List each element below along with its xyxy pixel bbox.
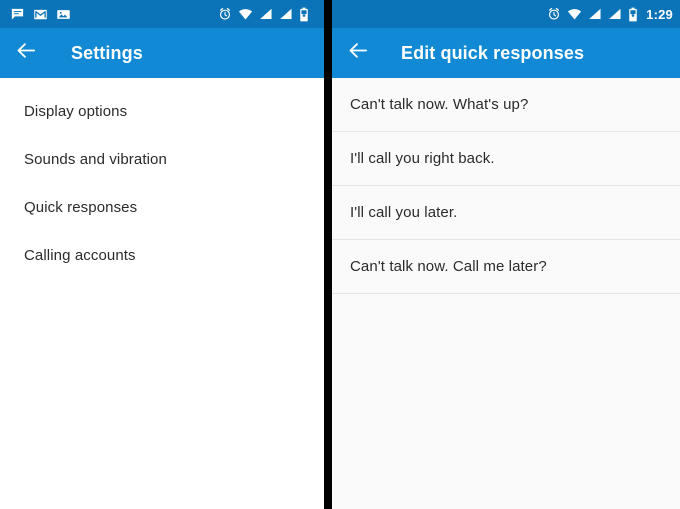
list-item[interactable]: Can't talk now. What's up? bbox=[332, 78, 680, 132]
sidebar-item-quick-responses[interactable]: Quick responses bbox=[0, 183, 324, 231]
signal-sim2-icon bbox=[279, 7, 293, 21]
list-item[interactable]: Can't talk now. Call me later? bbox=[332, 240, 680, 294]
status-bar-left bbox=[0, 0, 324, 28]
status-bar-clock-right: 1:29 bbox=[646, 6, 673, 22]
back-arrow-icon bbox=[15, 39, 38, 67]
settings-options-list: Display options Sounds and vibration Qui… bbox=[0, 78, 324, 509]
panel-divider bbox=[324, 0, 332, 509]
sidebar-item-display-options[interactable]: Display options bbox=[0, 87, 324, 135]
quick-response-label: Can't talk now. Call me later? bbox=[350, 258, 547, 275]
page-title-settings: Settings bbox=[71, 42, 143, 63]
wifi-icon bbox=[238, 7, 253, 22]
settings-item-label: Quick responses bbox=[24, 198, 138, 216]
back-button-settings[interactable] bbox=[0, 28, 52, 78]
status-bar-system-icons-right: 1:29 bbox=[547, 7, 673, 22]
app-bar-edit-quick-responses: Edit quick responses bbox=[332, 28, 680, 78]
battery-icon bbox=[628, 7, 638, 22]
quick-response-label: I'll call you right back. bbox=[350, 150, 495, 167]
page-title-edit-quick-responses: Edit quick responses bbox=[401, 42, 585, 63]
list-item[interactable]: I'll call you later. bbox=[332, 186, 680, 240]
back-button-edit-quick-responses[interactable] bbox=[332, 28, 384, 78]
sidebar-item-calling-accounts[interactable]: Calling accounts bbox=[0, 231, 324, 279]
app-bar-settings: Settings bbox=[0, 28, 324, 78]
wifi-icon bbox=[567, 7, 582, 22]
sidebar-item-sounds-and-vibration[interactable]: Sounds and vibration bbox=[0, 135, 324, 183]
signal-sim1-icon bbox=[588, 7, 602, 21]
status-bar-system-icons-left bbox=[218, 7, 317, 22]
dual-screenshot-container: Settings Display options Sounds and vibr… bbox=[0, 0, 680, 509]
gmail-icon bbox=[33, 7, 48, 22]
signal-sim2-icon bbox=[608, 7, 622, 21]
back-arrow-icon bbox=[347, 39, 370, 67]
photos-icon bbox=[56, 7, 71, 22]
quick-response-label: Can't talk now. What's up? bbox=[350, 96, 529, 113]
quick-responses-list: Can't talk now. What's up? I'll call you… bbox=[332, 78, 680, 509]
signal-sim1-icon bbox=[259, 7, 273, 21]
settings-screen-panel: Settings Display options Sounds and vibr… bbox=[0, 0, 324, 509]
alarm-icon bbox=[218, 7, 232, 21]
status-bar-right: 1:29 bbox=[332, 0, 680, 28]
settings-item-label: Calling accounts bbox=[24, 246, 136, 264]
quick-response-label: I'll call you later. bbox=[350, 204, 458, 221]
alarm-icon bbox=[547, 7, 561, 21]
messages-icon bbox=[10, 7, 25, 22]
battery-icon bbox=[299, 7, 309, 22]
edit-quick-responses-screen-panel: 1:29 Edit quick responses Can't talk now… bbox=[332, 0, 680, 509]
settings-item-label: Sounds and vibration bbox=[24, 150, 167, 168]
settings-item-label: Display options bbox=[24, 102, 128, 120]
list-item[interactable]: I'll call you right back. bbox=[332, 132, 680, 186]
status-bar-notification-icons bbox=[10, 7, 218, 22]
